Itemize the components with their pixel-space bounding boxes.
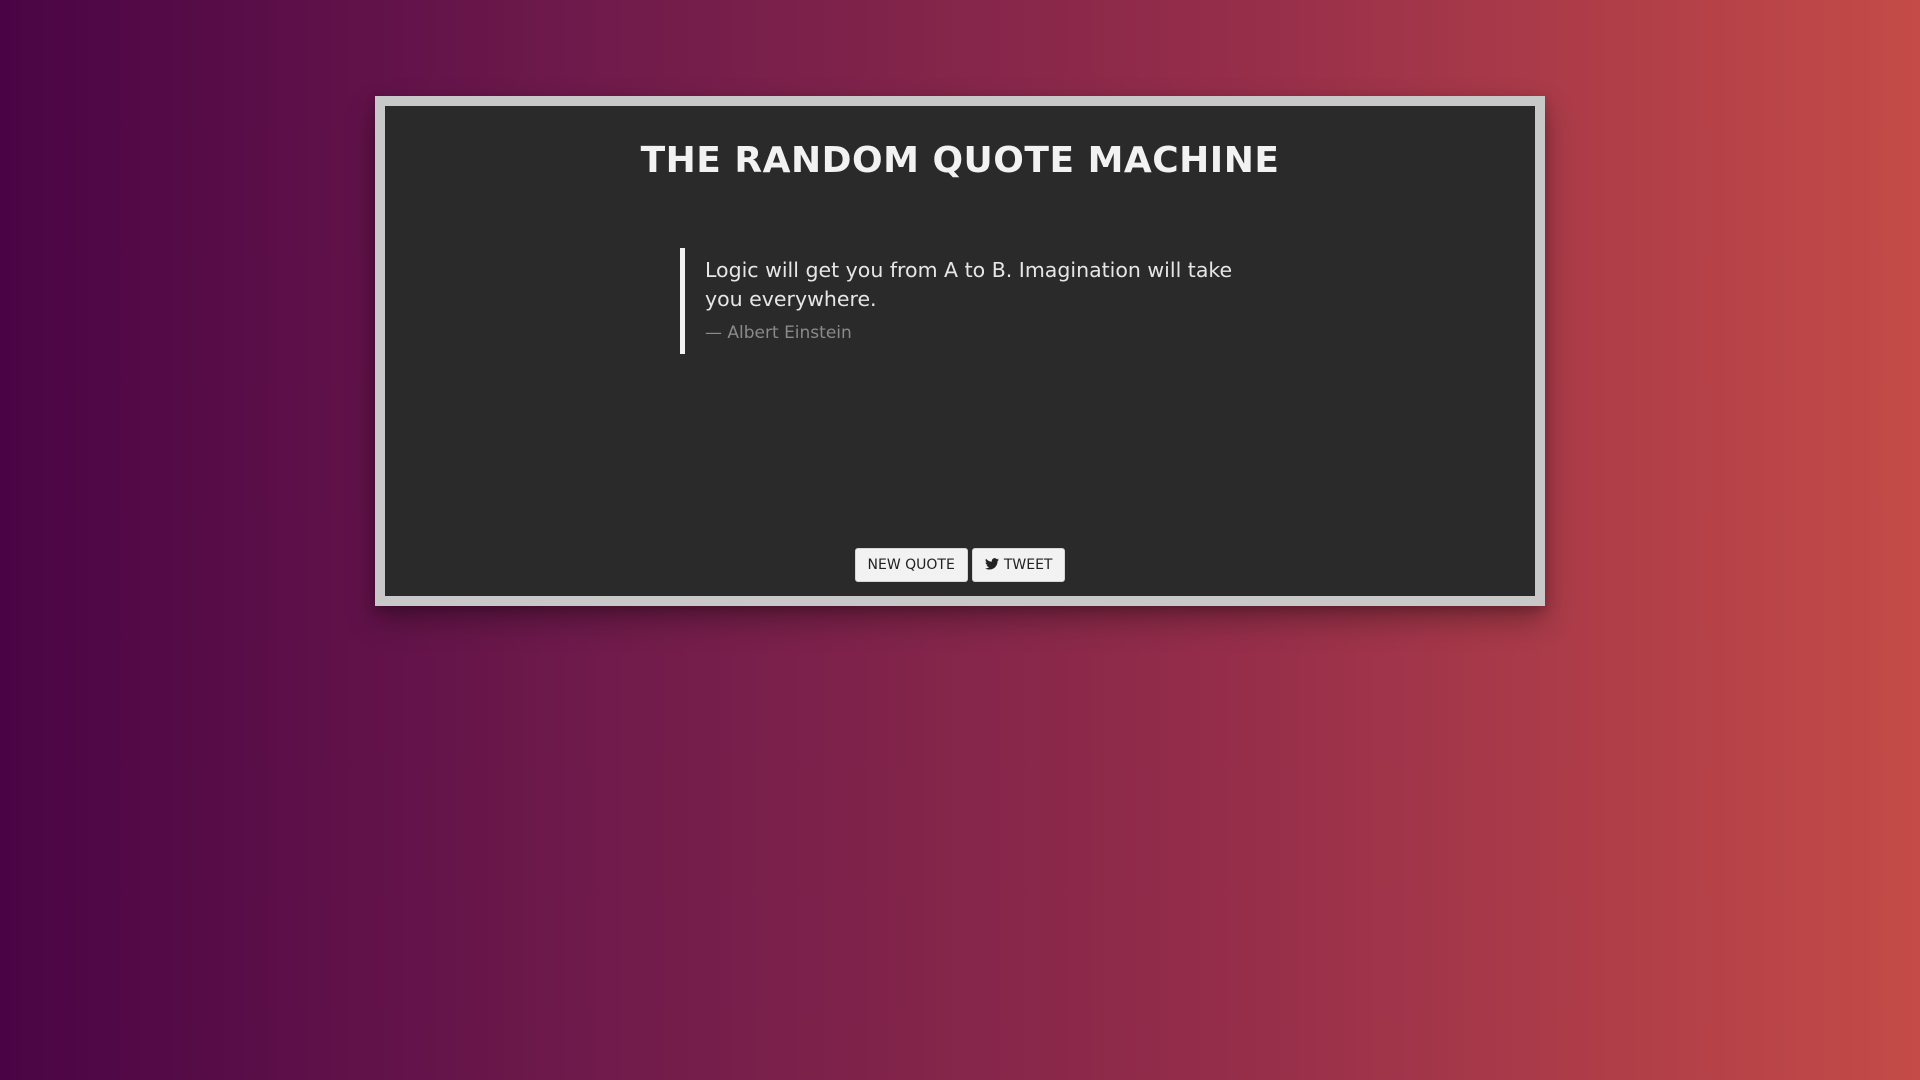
tweet-button[interactable]: TWEET xyxy=(971,548,1066,582)
quote-box: THE RANDOM QUOTE MACHINE Logic will get … xyxy=(385,106,1535,596)
page-title: THE RANDOM QUOTE MACHINE xyxy=(640,140,1280,181)
button-group: NEW QUOTE TWEET xyxy=(385,548,1535,582)
quote-box-frame: THE RANDOM QUOTE MACHINE Logic will get … xyxy=(375,96,1545,606)
quote-block: Logic will get you from A to B. Imaginat… xyxy=(680,248,1250,354)
tweet-button-label: TWEET xyxy=(1003,557,1053,573)
twitter-bird-icon xyxy=(984,550,999,570)
new-quote-button[interactable]: NEW QUOTE xyxy=(854,548,968,582)
new-quote-button-label: NEW QUOTE xyxy=(867,557,955,573)
quote-text: Logic will get you from A to B. Imaginat… xyxy=(705,258,1233,311)
quote-author: — Albert Einstein xyxy=(705,323,852,343)
